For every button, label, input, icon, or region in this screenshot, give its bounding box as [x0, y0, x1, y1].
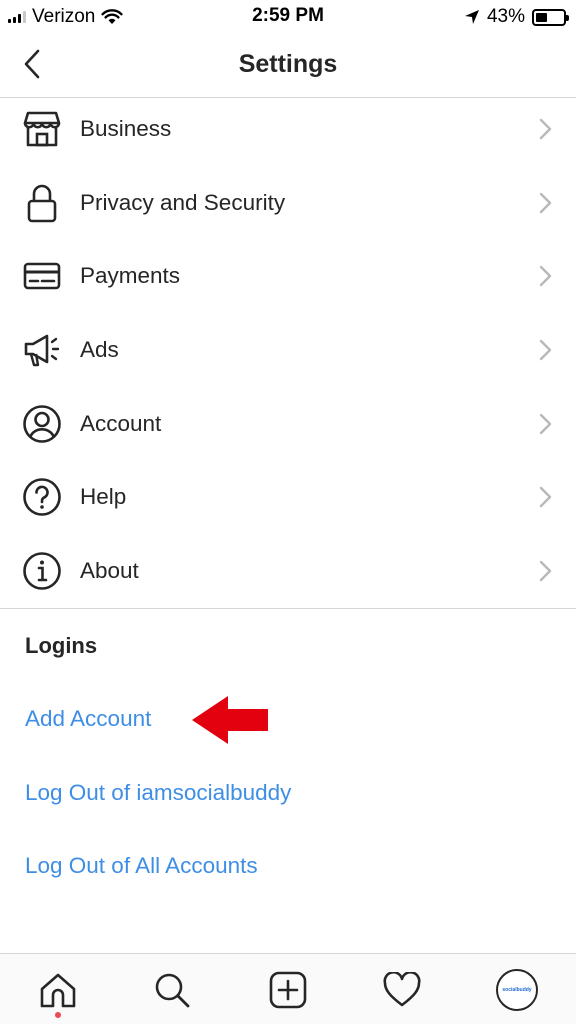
info-circle-icon: [22, 551, 62, 591]
tab-home[interactable]: [36, 968, 80, 1012]
profile-avatar: socialbuddy: [496, 969, 538, 1011]
section-divider: [0, 608, 576, 609]
logins-heading: Logins: [25, 633, 98, 658]
menu-item-label: Ads: [80, 336, 119, 362]
menu-item-label: About: [80, 557, 139, 583]
add-account-link[interactable]: Add Account: [25, 706, 151, 732]
menu-item-account[interactable]: Account: [0, 387, 576, 461]
activity-heart-icon: [383, 972, 421, 1007]
menu-item-label: Privacy and Security: [80, 189, 286, 215]
chevron-right-icon: [539, 192, 552, 213]
status-bar: Verizon 2:59 PM 43%: [0, 0, 576, 34]
chevron-right-icon: [539, 487, 552, 508]
new-post-icon: [269, 971, 307, 1009]
log-out-all-link[interactable]: Log Out of All Accounts: [25, 853, 258, 879]
menu-item-ads[interactable]: Ads: [0, 313, 576, 387]
megaphone-icon: [22, 330, 62, 370]
bottom-tab-bar: socialbuddy: [0, 953, 576, 1024]
tab-search[interactable]: [150, 968, 194, 1012]
notification-dot: [55, 1012, 61, 1018]
chevron-right-icon: [539, 339, 552, 361]
home-icon: [40, 973, 76, 1008]
menu-item-label: Business: [80, 115, 172, 141]
avatar-text: socialbuddy: [502, 987, 532, 993]
question-circle-icon: [22, 477, 62, 517]
menu-item-label: Help: [80, 484, 127, 510]
tab-new-post[interactable]: [266, 968, 310, 1012]
credit-card-icon: [22, 256, 62, 296]
menu-item-business[interactable]: Business: [0, 92, 576, 166]
battery-level-fill: [536, 12, 548, 22]
battery-percent: 43%: [486, 6, 525, 27]
nav-bar: Settings: [0, 34, 576, 98]
tab-activity[interactable]: [380, 968, 424, 1012]
page-title: Settings: [238, 50, 338, 78]
storefront-icon: [22, 109, 62, 149]
chevron-right-icon: [539, 413, 552, 434]
menu-item-about[interactable]: About: [0, 534, 576, 608]
settings-menu: Business Privacy and Security Payments A…: [0, 92, 576, 608]
search-icon: [155, 973, 190, 1008]
red-arrow-icon: [192, 696, 268, 744]
lock-icon: [22, 183, 62, 223]
menu-item-label: Account: [80, 410, 162, 436]
menu-item-privacy-security[interactable]: Privacy and Security: [0, 166, 576, 240]
battery-icon: [532, 8, 569, 26]
chevron-right-icon: [539, 560, 552, 582]
chevron-right-icon: [539, 118, 552, 140]
location-arrow-icon: [464, 10, 479, 24]
menu-item-label: Payments: [80, 263, 181, 289]
tab-profile[interactable]: socialbuddy: [495, 968, 539, 1012]
menu-item-help[interactable]: Help: [0, 460, 576, 534]
chevron-right-icon: [539, 266, 552, 287]
menu-item-payments[interactable]: Payments: [0, 239, 576, 313]
log-out-link[interactable]: Log Out of iamsocialbuddy: [25, 780, 291, 806]
status-right: 43%: [464, 6, 569, 28]
user-circle-icon: [22, 404, 62, 444]
